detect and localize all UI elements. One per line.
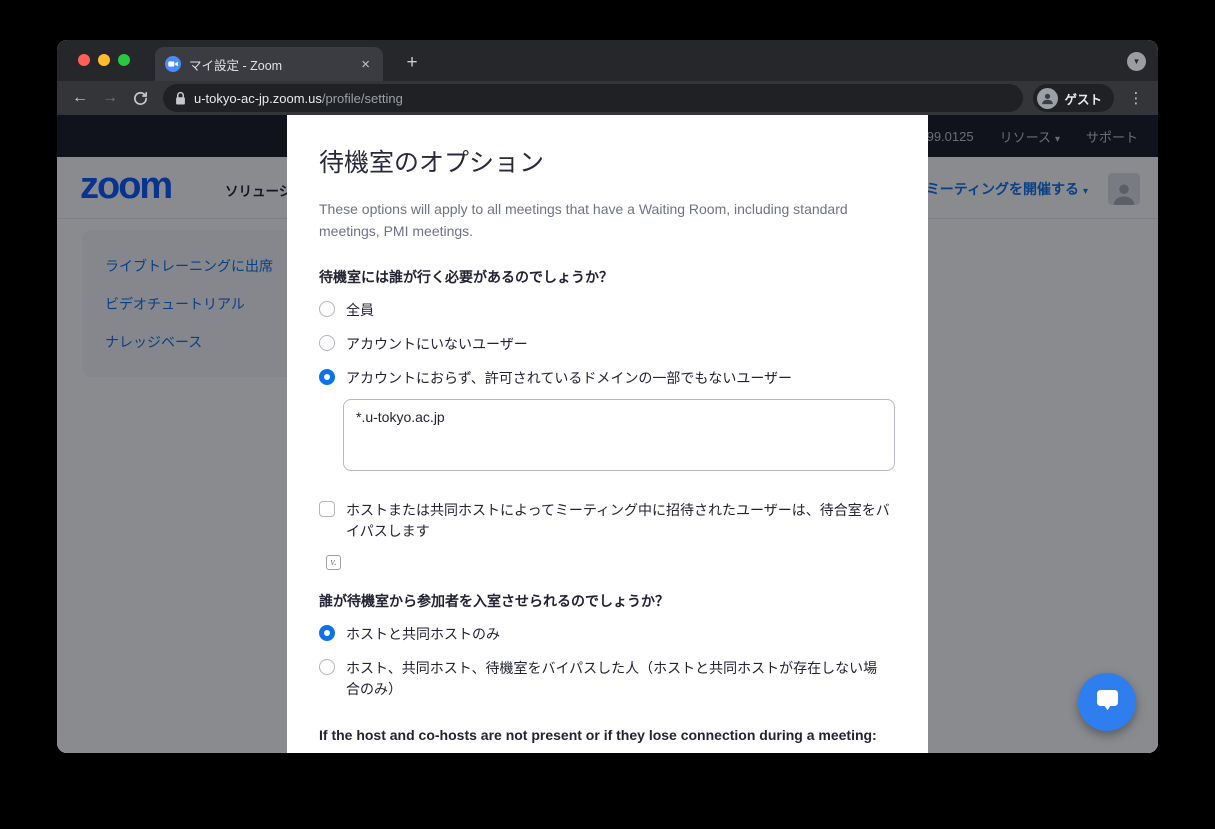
question-host-not-present: If the host and co-hosts are not present… [319,727,896,743]
profile-label: ゲスト [1064,89,1102,108]
reload-icon[interactable] [127,85,153,111]
new-tab-button[interactable]: + [398,49,426,77]
browser-toolbar: ← → u-tokyo-ac-jp.zoom.us/profile/settin… [57,81,1158,115]
profile-avatar-icon [1037,88,1058,109]
tab-search-button[interactable]: ▼ [1127,52,1146,71]
close-window-button[interactable] [78,54,90,66]
url-path: /profile/setting [322,91,403,106]
browser-tab[interactable]: マイ設定 - Zoom × [155,47,383,81]
chat-bubble-icon [1094,690,1121,715]
modal-description: These options will apply to all meetings… [319,198,896,242]
tab-title: マイ設定 - Zoom [189,55,350,74]
radio-option-users-not-in-account-or-domain[interactable]: アカウントにおらず、許可されているドメインの一部でもないユーザー [319,368,896,389]
radio-icon[interactable] [319,369,335,385]
radio-icon[interactable] [319,301,335,317]
radio-icon[interactable] [319,335,335,351]
minimize-window-button[interactable] [98,54,110,66]
lock-icon [175,91,186,106]
zoom-favicon-icon [165,56,181,72]
address-bar[interactable]: u-tokyo-ac-jp.zoom.us/profile/setting [163,84,1023,112]
question-who-admits-participants: 誰が待機室から参加者を入室させられるのでしょうか？ [319,591,896,611]
checkbox-bypass-invited-users[interactable]: ホストまたは共同ホストによってミーティング中に招待されたユーザーは、待合室をバイ… [319,500,896,542]
url-host: u-tokyo-ac-jp.zoom.us [194,91,322,106]
radio-option-host-cohosts-only[interactable]: ホストと共同ホストのみ [319,624,896,645]
radio-icon[interactable] [319,659,335,675]
allowed-domains-input[interactable]: *.u-tokyo.ac.jp [343,399,895,471]
chat-support-button[interactable] [1078,673,1136,731]
checkbox-icon[interactable] [319,501,335,517]
fullscreen-window-button[interactable] [118,54,130,66]
radio-option-users-not-in-account[interactable]: アカウントにいないユーザー [319,334,896,355]
close-tab-icon[interactable]: × [358,56,373,73]
url-text: u-tokyo-ac-jp.zoom.us/profile/setting [194,91,403,106]
browser-titlebar: マイ設定 - Zoom × + ▼ [57,40,1158,81]
back-icon[interactable]: ← [67,85,93,111]
browser-window: マイ設定 - Zoom × + ▼ ← → u-tokyo-ac-jp.zoom… [57,40,1158,753]
radio-option-everyone[interactable]: 全員 [319,300,896,321]
profile-button[interactable]: ゲスト [1033,84,1114,112]
forward-icon[interactable]: → [97,85,123,111]
page-content: 1.888.799.0125 リソース▾ サポート zoom ソリューション ミ… [57,115,1158,753]
question-who-goes-to-waiting-room: 待機室には誰が行く必要があるのでしょうか？ [319,267,896,287]
modal-title: 待機室のオプション [319,143,896,179]
browser-menu-icon[interactable]: ⋮ [1124,86,1148,110]
radio-option-host-cohosts-bypassers[interactable]: ホスト、共同ホスト、待機室をバイパスした人（ホストと共同ホストが存在しない場合の… [319,658,896,700]
waiting-room-options-modal: 待機室のオプション These options will apply to al… [287,115,928,753]
radio-icon[interactable] [319,625,335,641]
broken-image-icon: v. [326,555,341,570]
